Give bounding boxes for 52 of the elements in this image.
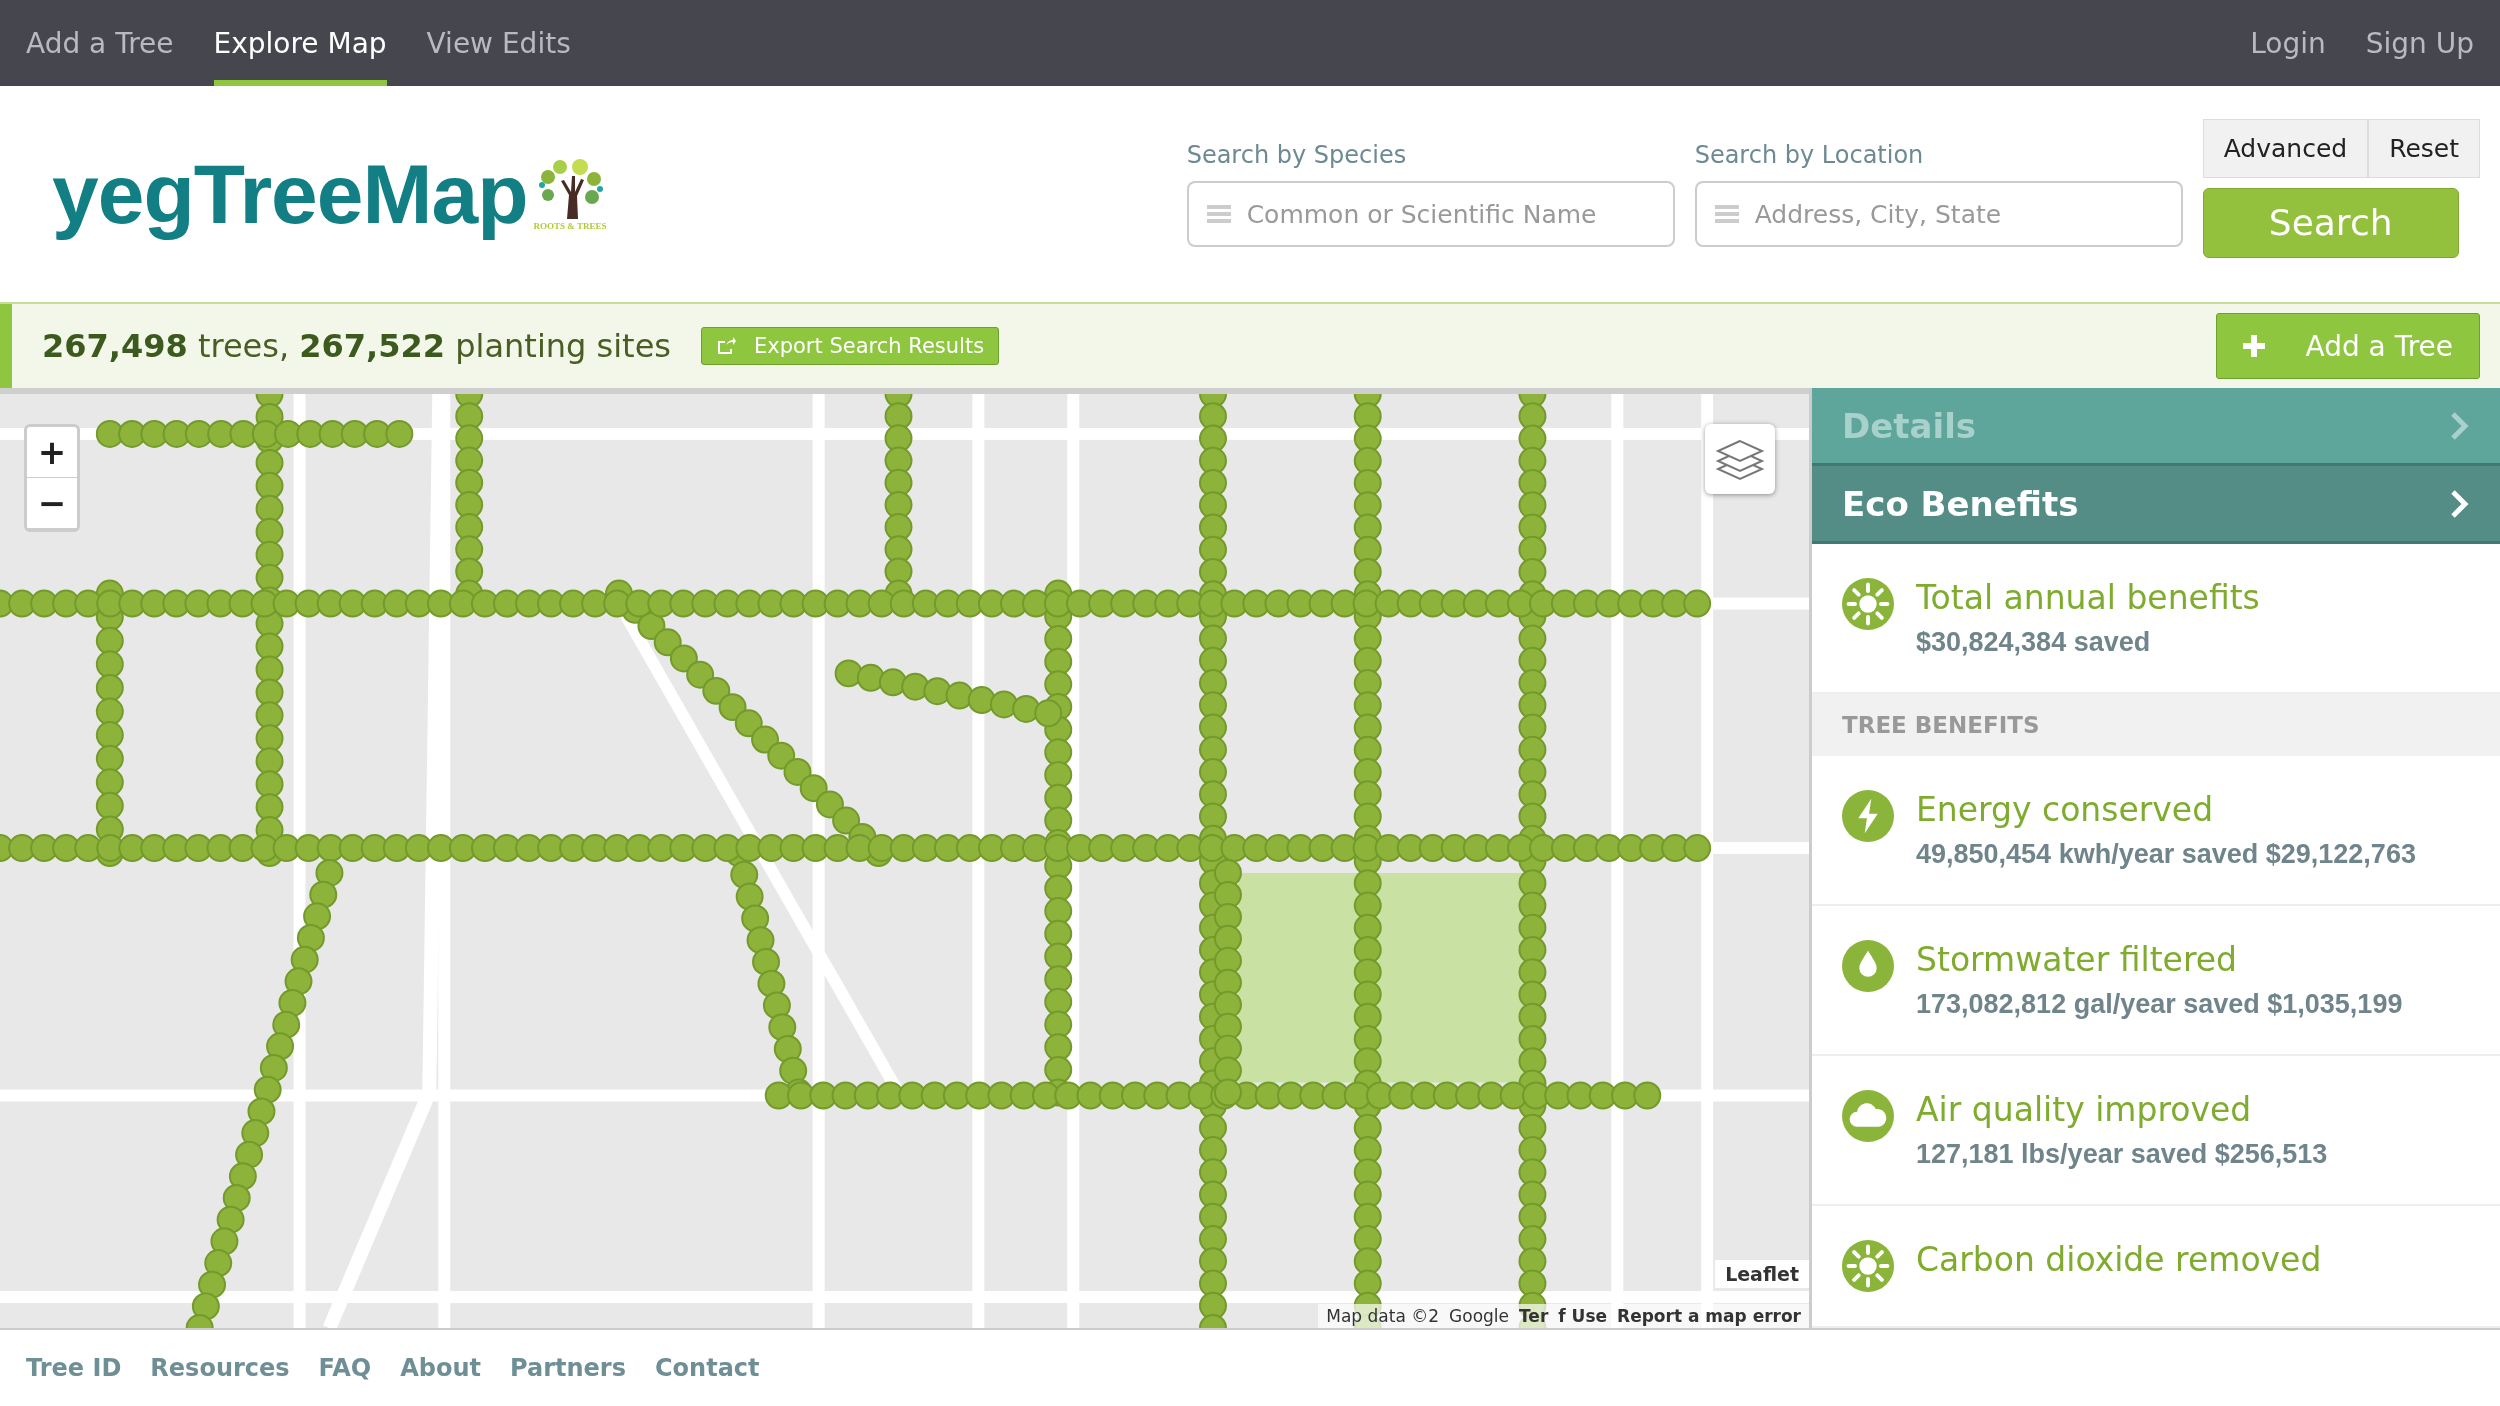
nav-tab[interactable]: View Edits	[426, 0, 571, 86]
sun-icon	[1842, 578, 1894, 630]
zoom-out-button[interactable]: −	[27, 478, 77, 529]
site-logo: yegTreeMap	[52, 145, 528, 243]
list-icon	[1206, 204, 1231, 224]
nav-link[interactable]: Login	[2250, 0, 2326, 86]
water-drop-icon	[1842, 940, 1894, 992]
footer-link[interactable]: Contact	[654, 1354, 760, 1382]
sun-icon	[1842, 1240, 1894, 1292]
benefit-value: 173,082,812 gal/year saved $1,035,199	[1916, 989, 2403, 1020]
map-attribution[interactable]: f Use	[1558, 1306, 1608, 1326]
zoom-in-button[interactable]: +	[27, 427, 77, 478]
list-icon	[1714, 204, 1739, 224]
section-heading: TREE BENEFITS	[1812, 694, 2500, 756]
map-attribution[interactable]: Report a map error	[1617, 1306, 1801, 1326]
benefit-value: 49,850,454 kwh/year saved $29,122,763	[1916, 839, 2416, 870]
tree-logo-drawing: ROOTS & TREES	[533, 157, 607, 231]
benefit-value: $30,824,384 saved	[1916, 627, 2152, 658]
cloud-icon	[1842, 1090, 1894, 1142]
benefit-value: 127,181 lbs/year saved $256,513	[1916, 1139, 2328, 1170]
map-attribution[interactable]: Ter	[1519, 1306, 1549, 1326]
accordion-header[interactable]: Eco Benefits	[1812, 466, 2500, 544]
layers-icon	[1715, 437, 1765, 481]
search-field[interactable]: Common or Scientific Name	[1186, 181, 1675, 247]
reset-button[interactable]: Reset	[2368, 118, 2480, 178]
footer-link[interactable]: Resources	[150, 1354, 290, 1382]
benefit-title: Energy conserved	[1916, 790, 2215, 829]
plus-icon	[2243, 335, 2266, 357]
results-summary: 267,498 trees, 267,522 planting sites	[42, 327, 671, 365]
benefit-title: Total annual benefits	[1916, 578, 2260, 617]
nav-tab[interactable]: Explore Map	[213, 0, 387, 86]
leaflet-attribution[interactable]: Leaflet	[1715, 1260, 1809, 1288]
footer-link[interactable]: Partners	[510, 1354, 626, 1382]
nav-tab[interactable]: Add a Tree	[26, 0, 174, 86]
chevron-right-icon	[2450, 410, 2470, 441]
footer-link[interactable]: About	[400, 1354, 482, 1382]
advanced-button[interactable]: Advanced	[2202, 118, 2369, 178]
map-attribution[interactable]: Map data ©2	[1326, 1306, 1440, 1326]
benefit-title: Stormwater filtered	[1916, 940, 2238, 979]
lightning-bolt-icon	[1842, 790, 1894, 842]
map-attribution[interactable]: Google	[1449, 1306, 1510, 1326]
nav-link[interactable]: Sign Up	[2365, 0, 2474, 86]
share-icon	[716, 337, 736, 355]
benefit-title: Air quality improved	[1916, 1090, 2253, 1129]
footer-link[interactable]: Tree ID	[26, 1354, 122, 1382]
benefit-title: Carbon dioxide removed	[1916, 1240, 2322, 1279]
field-label: Search by Location	[1694, 141, 1925, 169]
search-field[interactable]: Address, City, State	[1694, 181, 2183, 247]
footer-link[interactable]: FAQ	[318, 1354, 372, 1382]
chevron-right-icon	[2450, 488, 2470, 519]
layers-button[interactable]	[1705, 424, 1775, 494]
field-label: Search by Species	[1186, 141, 1408, 169]
